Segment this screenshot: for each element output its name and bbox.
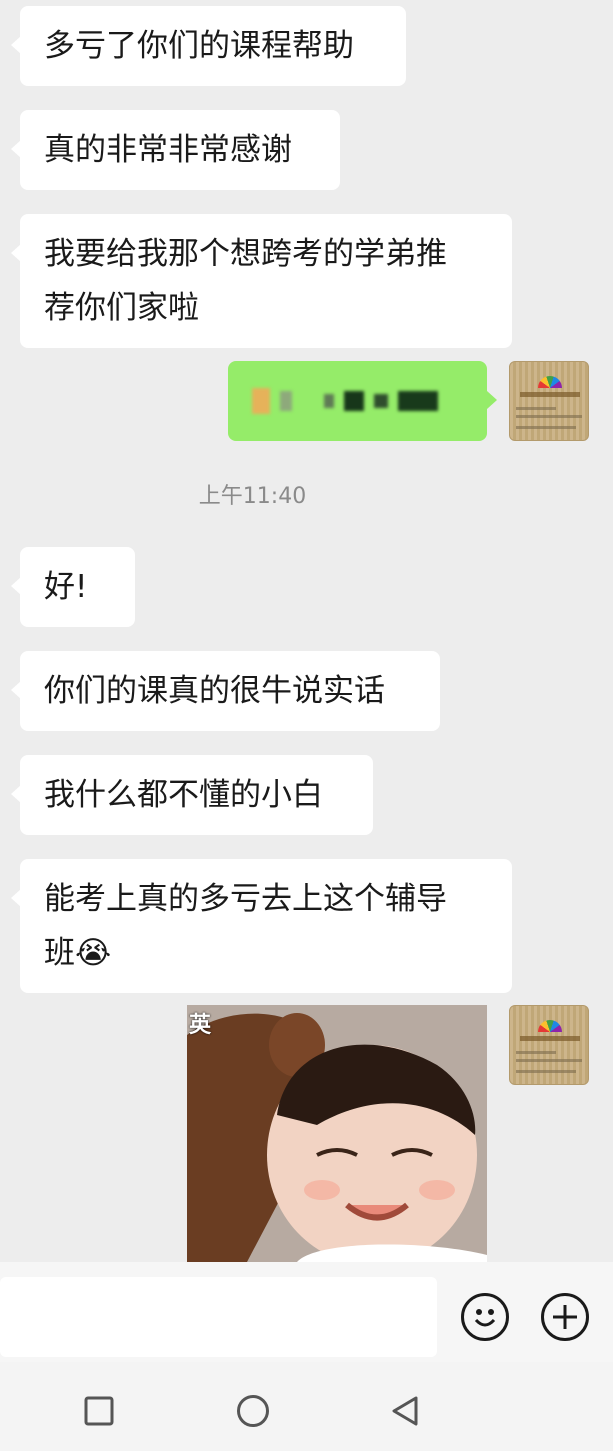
avatar-line [516, 1059, 582, 1062]
avatar-text-block [520, 1036, 580, 1041]
avatar-line [516, 1070, 576, 1073]
message-input-bar [0, 1262, 613, 1362]
own-avatar[interactable] [509, 1005, 589, 1085]
baby-sticker-illustration [187, 1005, 487, 1262]
own-avatar[interactable] [509, 361, 589, 441]
avatar-line [516, 407, 556, 410]
message-bubble[interactable]: 我要给我那个想跨考的学弟推 荐你们家啦 [11, 214, 512, 348]
message-bubble[interactable]: 我什么都不懂的小白 [11, 755, 373, 835]
message-text: 你们的课真的很牛说实话 [44, 673, 385, 709]
message-bubble[interactable]: 好! [11, 547, 135, 627]
timestamp: 上午11:40 [198, 484, 307, 509]
own-message-blurred[interactable] [228, 361, 497, 441]
message-bubble[interactable]: 多亏了你们的课程帮助 [11, 6, 406, 86]
message-bubble[interactable]: 能考上真的多亏去上这个辅导 班😭 [11, 859, 512, 993]
rainbow-logo-icon [538, 376, 562, 388]
more-button[interactable] [541, 1293, 589, 1341]
plus-circle-icon [553, 1305, 577, 1329]
baby-sticker-image[interactable]: 英 [187, 1005, 487, 1262]
message-text: 能考上真的多亏去上这个辅导 [44, 881, 447, 917]
recent-apps-square-icon[interactable] [84, 1396, 114, 1426]
avatar-line [516, 426, 576, 429]
message-text: 真的非常非常感谢 [44, 132, 292, 168]
message-text: 班😭 [44, 935, 112, 971]
message-text: 我什么都不懂的小白 [44, 777, 323, 813]
message-text: 好! [44, 569, 88, 605]
avatar-line [516, 415, 582, 418]
emoji-button[interactable] [461, 1293, 509, 1341]
back-triangle-icon[interactable] [390, 1396, 420, 1426]
avatar-line [516, 1051, 556, 1054]
message-text: 荐你们家啦 [44, 290, 199, 326]
message-text: 多亏了你们的课程帮助 [44, 28, 354, 64]
avatar-text-block [520, 392, 580, 397]
rainbow-logo-icon [538, 1020, 562, 1032]
message-bubble[interactable]: 真的非常非常感谢 [11, 110, 340, 190]
sticker-badge: 英 [189, 1013, 212, 1038]
blurred-content [252, 374, 463, 428]
smiley-face-icon [474, 1309, 496, 1327]
home-circle-icon[interactable] [236, 1394, 270, 1428]
system-nav-bar [0, 1362, 613, 1451]
chat-area[interactable]: 多亏了你们的课程帮助 真的非常非常感谢 我要给我那个想跨考的学弟推 荐你们家啦 … [0, 0, 613, 1262]
message-input[interactable] [0, 1277, 437, 1357]
message-text: 我要给我那个想跨考的学弟推 [44, 236, 447, 272]
message-bubble[interactable]: 你们的课真的很牛说实话 [11, 651, 440, 731]
